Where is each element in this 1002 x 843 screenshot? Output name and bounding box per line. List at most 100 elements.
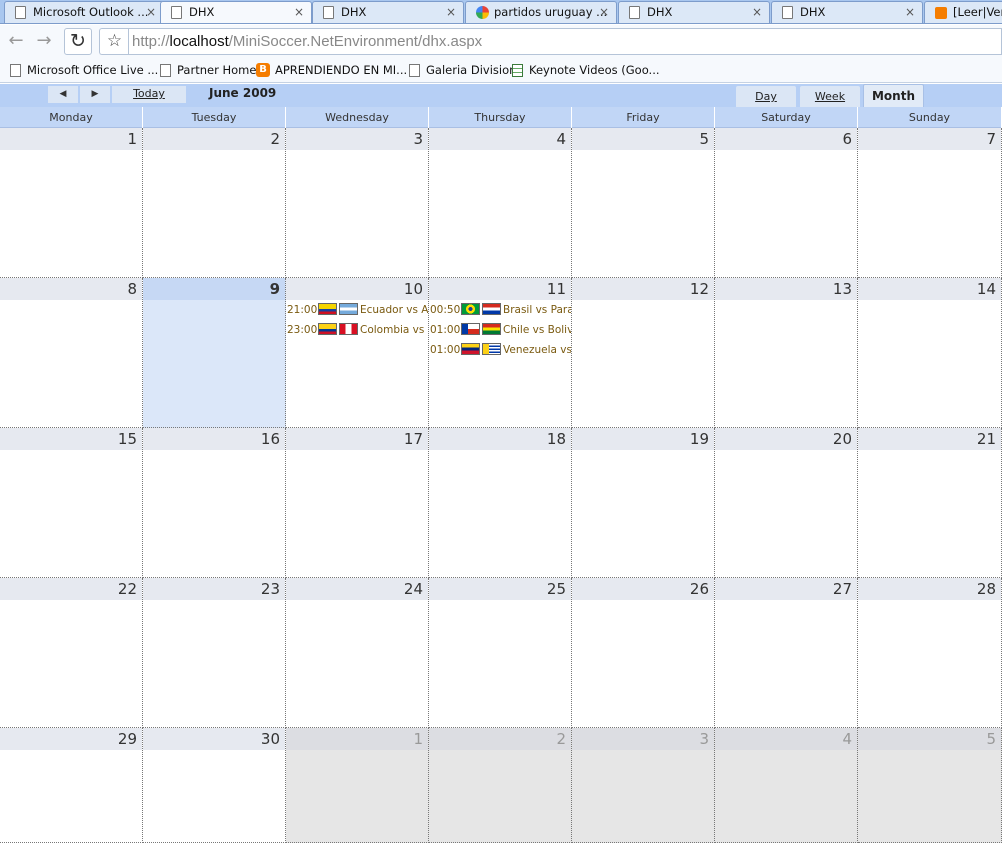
close-tab-icon[interactable]: × bbox=[752, 2, 762, 22]
bookmark-item[interactable]: Partner Home bbox=[158, 61, 256, 81]
day-cell[interactable]: 12 bbox=[572, 278, 715, 428]
day-cell[interactable]: 24 bbox=[286, 578, 429, 728]
bookmark-item[interactable]: B APRENDIENDO EN MI... bbox=[256, 61, 407, 81]
tab-month[interactable]: Month bbox=[863, 84, 924, 107]
day-number[interactable]: 11 bbox=[429, 278, 571, 300]
day-cell[interactable]: 5 bbox=[858, 728, 1002, 843]
day-number[interactable]: 26 bbox=[572, 578, 714, 600]
day-number[interactable]: 7 bbox=[858, 128, 1001, 150]
day-cell[interactable]: 23 bbox=[143, 578, 286, 728]
day-cell[interactable]: 3 bbox=[286, 128, 429, 278]
day-cell[interactable]: 17 bbox=[286, 428, 429, 578]
day-number[interactable]: 1 bbox=[286, 728, 428, 750]
day-cell[interactable]: 4 bbox=[429, 128, 572, 278]
day-cell[interactable]: 22 bbox=[0, 578, 143, 728]
day-number[interactable]: 4 bbox=[715, 728, 857, 750]
day-cell[interactable]: 30 bbox=[143, 728, 286, 843]
bookmark-star-icon[interactable]: ☆ bbox=[99, 28, 129, 55]
day-number[interactable]: 3 bbox=[572, 728, 714, 750]
browser-tab[interactable]: [Leer|Ver bbox=[924, 1, 1002, 23]
browser-tab[interactable]: DHX × bbox=[312, 1, 464, 23]
bookmark-item[interactable]: Galeria Division bbox=[407, 61, 516, 81]
bookmark-item[interactable]: Microsoft Office Live ... bbox=[8, 61, 158, 81]
day-cell[interactable]: 7 bbox=[858, 128, 1002, 278]
day-number[interactable]: 28 bbox=[858, 578, 1001, 600]
day-number[interactable]: 6 bbox=[715, 128, 857, 150]
day-number[interactable]: 25 bbox=[429, 578, 571, 600]
day-number[interactable]: 16 bbox=[143, 428, 285, 450]
browser-tab[interactable]: Microsoft Outlook ... × bbox=[4, 1, 164, 23]
day-cell[interactable]: 26 bbox=[572, 578, 715, 728]
close-tab-icon[interactable]: × bbox=[905, 2, 915, 22]
day-cell[interactable]: 21 bbox=[858, 428, 1002, 578]
close-tab-icon[interactable]: × bbox=[446, 2, 456, 22]
day-number[interactable]: 2 bbox=[143, 128, 285, 150]
day-number[interactable]: 24 bbox=[286, 578, 428, 600]
close-tab-icon[interactable]: × bbox=[294, 2, 304, 22]
tab-week[interactable]: Week bbox=[800, 86, 860, 107]
day-number[interactable]: 29 bbox=[0, 728, 142, 750]
day-cell[interactable]: 19 bbox=[572, 428, 715, 578]
day-number[interactable]: 5 bbox=[572, 128, 714, 150]
day-number[interactable]: 19 bbox=[572, 428, 714, 450]
calendar-event[interactable]: 21:00 Ecuador vs Argentina bbox=[286, 300, 428, 320]
close-tab-icon[interactable]: × bbox=[599, 2, 609, 22]
calendar-event[interactable]: 01:00 Venezuela vs Uruguay bbox=[429, 340, 571, 360]
day-cell[interactable]: 2 bbox=[143, 128, 286, 278]
calendar-event[interactable]: 01:00 Chile vs Bolivia bbox=[429, 320, 571, 340]
day-cell[interactable]: 10 21:00 Ecuador vs Argentina 23:00 Colombia… bbox=[286, 278, 429, 428]
day-cell[interactable]: 8 bbox=[0, 278, 143, 428]
calendar-event[interactable]: 23:00 Colombia vs Peru bbox=[286, 320, 428, 340]
reload-icon[interactable]: ↻ bbox=[64, 28, 92, 55]
day-number[interactable]: 20 bbox=[715, 428, 857, 450]
tab-day[interactable]: Day bbox=[736, 86, 796, 107]
day-cell[interactable]: 9 bbox=[143, 278, 286, 428]
day-cell[interactable]: 13 bbox=[715, 278, 858, 428]
day-cell[interactable]: 27 bbox=[715, 578, 858, 728]
day-number[interactable]: 21 bbox=[858, 428, 1001, 450]
day-cell[interactable]: 3 bbox=[572, 728, 715, 843]
day-cell[interactable]: 1 bbox=[0, 128, 143, 278]
day-number[interactable]: 1 bbox=[0, 128, 142, 150]
close-tab-icon[interactable]: × bbox=[146, 2, 156, 22]
day-cell[interactable]: 2 bbox=[429, 728, 572, 843]
day-number[interactable]: 30 bbox=[143, 728, 285, 750]
day-cell[interactable]: 1 bbox=[286, 728, 429, 843]
day-number[interactable]: 3 bbox=[286, 128, 428, 150]
browser-tab[interactable]: DHX × bbox=[618, 1, 770, 23]
day-number[interactable]: 10 bbox=[286, 278, 428, 300]
day-cell[interactable]: 25 bbox=[429, 578, 572, 728]
day-cell[interactable]: 6 bbox=[715, 128, 858, 278]
day-number[interactable]: 15 bbox=[0, 428, 142, 450]
day-cell[interactable]: 16 bbox=[143, 428, 286, 578]
day-cell[interactable]: 28 bbox=[858, 578, 1002, 728]
browser-tab[interactable]: DHX × bbox=[160, 1, 312, 23]
day-number[interactable]: 23 bbox=[143, 578, 285, 600]
day-cell[interactable]: 29 bbox=[0, 728, 143, 843]
day-cell[interactable]: 15 bbox=[0, 428, 143, 578]
browser-tab[interactable]: DHX × bbox=[771, 1, 923, 23]
day-number[interactable]: 5 bbox=[858, 728, 1001, 750]
day-cell[interactable]: 11 00:50 Brasil vs Paraguay 01:00 Chile vs B… bbox=[429, 278, 572, 428]
day-number[interactable]: 17 bbox=[286, 428, 428, 450]
browser-tab[interactable]: partidos uruguay ... × bbox=[465, 1, 617, 23]
day-number[interactable]: 14 bbox=[858, 278, 1001, 300]
day-number[interactable]: 27 bbox=[715, 578, 857, 600]
day-cell[interactable]: 14 bbox=[858, 278, 1002, 428]
day-number[interactable]: 13 bbox=[715, 278, 857, 300]
forward-arrow-icon[interactable]: → bbox=[31, 29, 57, 55]
calendar-event[interactable]: 00:50 Brasil vs Paraguay bbox=[429, 300, 571, 320]
day-cell[interactable]: 20 bbox=[715, 428, 858, 578]
back-arrow-icon[interactable]: ← bbox=[3, 29, 29, 55]
previous-month-button[interactable]: ◀ bbox=[48, 86, 78, 103]
address-bar[interactable]: http://localhost/MiniSoccer.NetEnvironme… bbox=[128, 28, 1002, 55]
day-number[interactable]: 2 bbox=[429, 728, 571, 750]
day-number[interactable]: 12 bbox=[572, 278, 714, 300]
day-cell[interactable]: 4 bbox=[715, 728, 858, 843]
day-number[interactable]: 4 bbox=[429, 128, 571, 150]
today-button[interactable]: Today bbox=[112, 86, 186, 103]
next-month-button[interactable]: ▶ bbox=[80, 86, 110, 103]
day-number[interactable]: 22 bbox=[0, 578, 142, 600]
day-cell[interactable]: 5 bbox=[572, 128, 715, 278]
bookmark-item[interactable]: Keynote Videos (Goo... bbox=[510, 61, 660, 81]
